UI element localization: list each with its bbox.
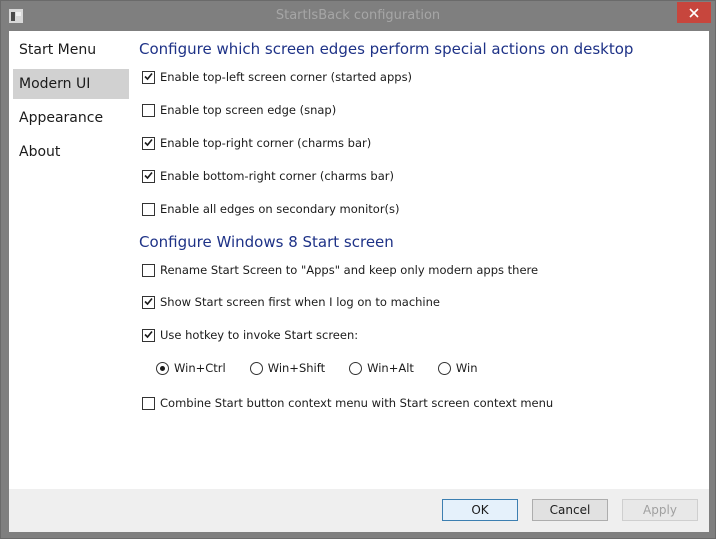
option-label: Enable top-right corner (charms bar) [160,136,372,150]
client-area: Start Menu Modern UI Appearance About Co… [9,31,709,489]
option-label: Combine Start button context menu with S… [160,396,554,410]
checkbox[interactable] [142,70,155,84]
radio-dot [160,365,165,371]
cancel-button[interactable]: Cancel [532,499,608,521]
configuration-window: StartIsBack configuration Start Menu Mod… [0,0,716,539]
checkbox[interactable] [142,136,155,150]
checkmark-icon [144,330,153,338]
radio-button[interactable] [349,361,363,375]
checkbox[interactable] [142,202,155,216]
ok-button[interactable]: OK [442,499,518,521]
radio-win-alt[interactable]: Win+Alt [349,361,414,375]
radio-button[interactable] [249,361,263,375]
checkbox[interactable] [142,263,155,277]
sidebar: Start Menu Modern UI Appearance About [13,35,129,171]
option-rename-start-screen[interactable]: Rename Start Screen to "Apps" and keep o… [142,262,538,278]
option-label: Enable all edges on secondary monitor(s) [160,202,400,216]
option-top-left-corner[interactable]: Enable top-left screen corner (started a… [142,69,412,85]
checkmark-icon [144,171,153,179]
apply-button[interactable]: Apply [622,499,698,521]
sidebar-item-appearance[interactable]: Appearance [13,103,129,133]
radio-win[interactable]: Win [437,361,478,375]
checkbox[interactable] [142,396,155,410]
edges-heading: Configure which screen edges perform spe… [139,40,634,58]
option-bottom-right-corner[interactable]: Enable bottom-right corner (charms bar) [142,168,394,184]
title-bar[interactable]: StartIsBack configuration [1,1,715,31]
option-label: Show Start screen first when I log on to… [160,295,440,309]
radio-label: Win+Shift [267,361,326,375]
radio-button[interactable] [437,361,451,375]
checkbox[interactable] [142,295,155,309]
button-bar: OK Cancel Apply [9,489,709,532]
option-secondary-monitors[interactable]: Enable all edges on secondary monitor(s) [142,201,400,217]
checkmark-icon [144,297,153,305]
radio-button[interactable] [156,361,169,375]
option-combine-context-menu[interactable]: Combine Start button context menu with S… [142,395,553,411]
option-show-start-first[interactable]: Show Start screen first when I log on to… [142,294,440,310]
hotkey-radio-group: Win+Ctrl Win+Shift Win+Alt Win [156,360,502,376]
window-title: StartIsBack configuration [275,8,441,23]
close-icon [689,7,699,18]
option-label: Enable top screen edge (snap) [160,103,337,117]
sidebar-item-about[interactable]: About [13,137,129,167]
checkmark-icon [144,138,153,146]
checkbox[interactable] [142,103,155,117]
option-top-right-corner[interactable]: Enable top-right corner (charms bar) [142,135,371,151]
close-button[interactable] [677,2,711,23]
option-top-edge[interactable]: Enable top screen edge (snap) [142,102,336,118]
radio-label: Win+Alt [367,361,414,375]
checkbox[interactable] [142,169,155,183]
option-use-hotkey[interactable]: Use hotkey to invoke Start screen: [142,327,358,343]
radio-label: Win+Ctrl [174,361,226,375]
sidebar-item-modern-ui[interactable]: Modern UI [13,69,129,99]
option-label: Use hotkey to invoke Start screen: [160,328,359,342]
option-label: Enable bottom-right corner (charms bar) [160,169,394,183]
option-label: Rename Start Screen to "Apps" and keep o… [160,263,539,277]
checkbox[interactable] [142,328,155,342]
radio-win-ctrl[interactable]: Win+Ctrl [156,361,226,375]
sidebar-item-start-menu[interactable]: Start Menu [13,35,129,65]
start-screen-heading: Configure Windows 8 Start screen [139,233,394,251]
option-label: Enable top-left screen corner (started a… [160,70,413,84]
checkmark-icon [144,72,153,80]
radio-label: Win [455,361,478,375]
radio-win-shift[interactable]: Win+Shift [249,361,326,375]
